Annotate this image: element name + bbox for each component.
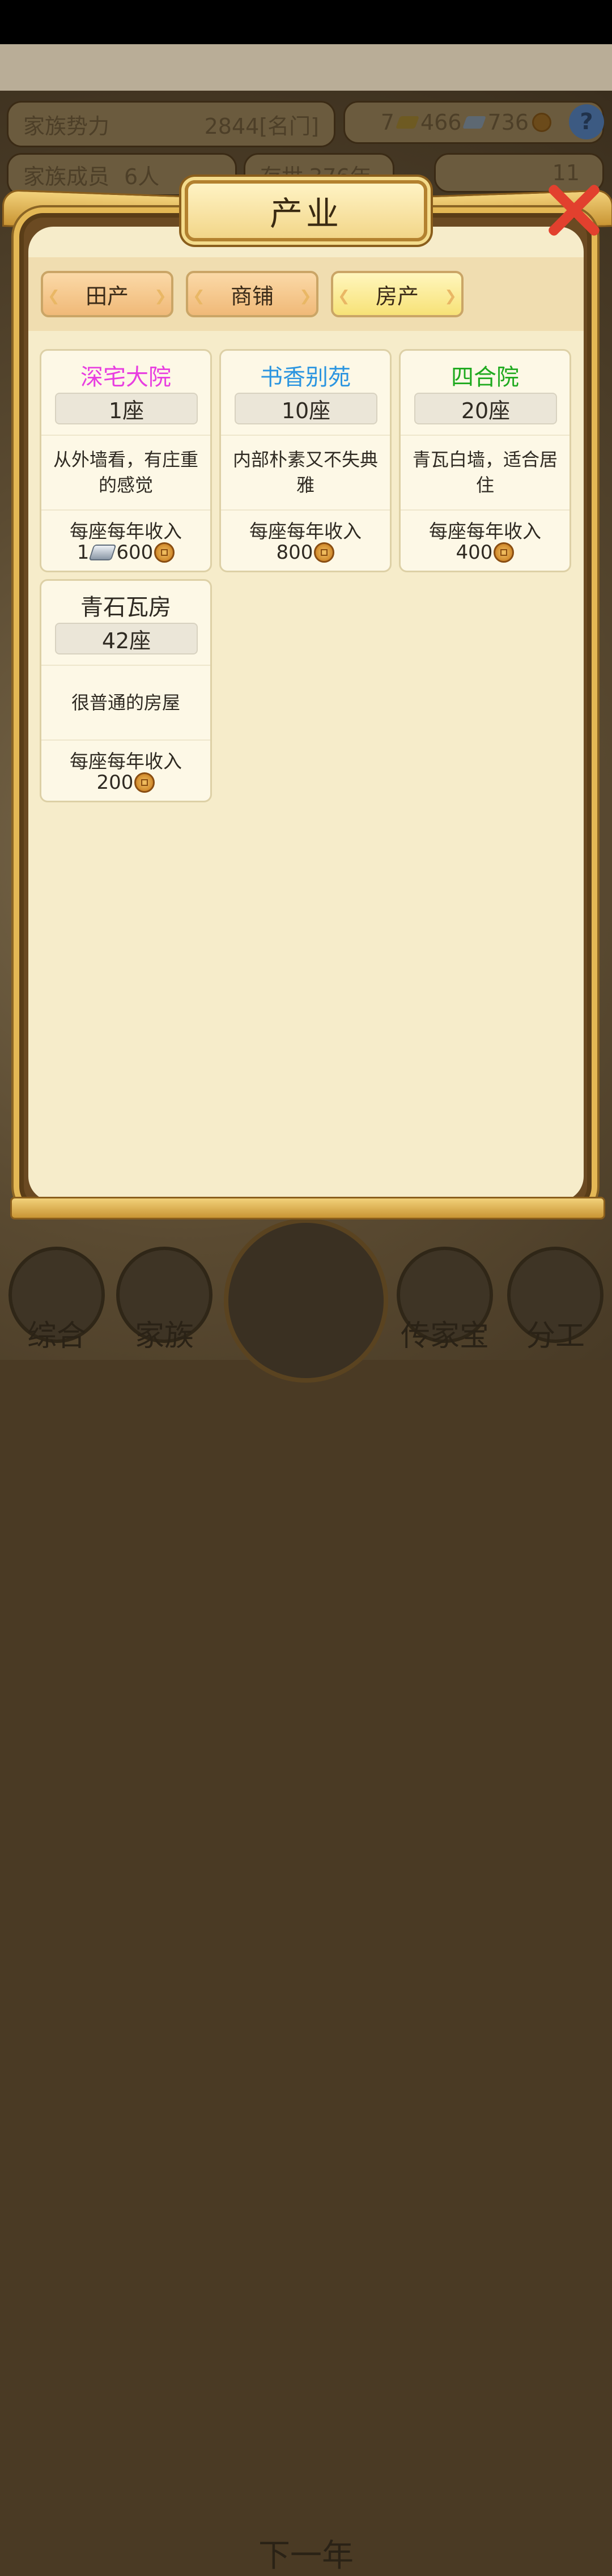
income-coins: 400 — [456, 541, 493, 564]
coin-count: 736 — [487, 110, 529, 135]
copper-coin-icon — [494, 542, 515, 563]
family-power-value: 2844[名门] — [190, 109, 334, 140]
income-silver: 1 — [76, 541, 90, 564]
help-icon[interactable]: ? — [569, 104, 604, 139]
gold-count: 7 — [380, 110, 394, 135]
copper-coin-icon — [532, 113, 551, 132]
dialog-bottom-trim — [10, 1197, 605, 1219]
property-count: 10座 — [235, 393, 377, 424]
property-count: 20座 — [414, 393, 557, 424]
chevron-right-icon: ❯ — [444, 288, 457, 305]
nav-next-year[interactable] — [224, 1218, 388, 1383]
income-value: 200 — [41, 771, 210, 794]
tab-farmland[interactable]: ❮ 田产 ❯ — [41, 271, 173, 317]
nav-heirloom-label: 传家宝 — [400, 1319, 489, 1353]
property-description: 从外墙看，有庄重的感觉 — [41, 435, 210, 511]
nav-general[interactable]: 综合 — [6, 1247, 108, 1360]
tab-label: 房产 — [375, 283, 419, 309]
copper-coin-icon — [314, 542, 335, 563]
property-count: 1座 — [55, 393, 198, 424]
nav-heirloom[interactable]: 传家宝 — [394, 1247, 496, 1360]
income-coins: 800 — [276, 541, 313, 564]
property-name: 四合院 — [451, 364, 519, 390]
nav-next-year-label: 下一年 — [258, 2537, 354, 2574]
property-description: 内部朴素又不失典雅 — [221, 435, 390, 511]
members-value: 6人 — [124, 164, 160, 189]
property-name: 青石瓦房 — [80, 594, 171, 620]
nav-family-label: 家族 — [134, 1319, 194, 1353]
close-icon[interactable] — [542, 177, 604, 239]
family-power-panel: 家族势力 2844[名门] — [7, 101, 335, 147]
nav-division[interactable]: 分工 — [504, 1247, 606, 1360]
tab-label: 商铺 — [230, 283, 274, 309]
income-coins: 200 — [96, 771, 134, 794]
property-name: 书香别苑 — [260, 364, 351, 390]
bottom-navigation: 综合 家族 下一年 传家宝 分工 — [0, 1213, 612, 2574]
income-label: 每座每年收入 — [70, 750, 182, 772]
silver-ingot-icon — [88, 545, 117, 560]
tab-real-estate[interactable]: ❮ 房产 ❯ — [331, 271, 464, 317]
nav-family[interactable]: 家族 — [113, 1247, 215, 1360]
nav-general-label: 综合 — [27, 1319, 86, 1353]
gold-ingot-icon — [395, 116, 419, 129]
chevron-right-icon: ❯ — [154, 288, 167, 305]
property-card[interactable]: 书香别苑 10座 内部朴素又不失典雅 每座每年收入 800 — [219, 349, 392, 572]
property-card[interactable]: 四合院 20座 青瓦白墙，适合居住 每座每年收入 400 — [399, 349, 571, 572]
family-power-label: 家族势力 — [23, 113, 110, 139]
silver-count: 466 — [420, 110, 462, 135]
silver-ingot-icon — [462, 116, 487, 129]
property-name: 深宅大院 — [80, 364, 171, 390]
income-label: 每座每年收入 — [429, 520, 541, 542]
dialog-title-plate: 产业 — [185, 180, 427, 241]
family-power-number: 2844 — [204, 113, 260, 139]
chevron-left-icon: ❮ — [193, 288, 205, 305]
currency-panel: 7 466 736 — [343, 101, 604, 144]
property-card[interactable]: 深宅大院 1座 从外墙看，有庄重的感觉 每座每年收入 1 600 — [40, 349, 212, 572]
chevron-left-icon: ❮ — [48, 288, 60, 305]
tab-shops[interactable]: ❮ 商铺 ❯ — [186, 271, 318, 317]
income-label: 每座每年收入 — [249, 520, 362, 542]
property-card[interactable]: 青石瓦房 42座 很普通的房屋 每座每年收入 200 — [40, 579, 212, 802]
income-value: 1 600 — [41, 541, 210, 564]
property-description: 青瓦白墙，适合居住 — [401, 435, 570, 511]
copper-coin-icon — [154, 542, 175, 563]
chevron-left-icon: ❮ — [338, 288, 350, 305]
property-description: 很普通的房屋 — [41, 665, 210, 741]
chevron-right-icon: ❯ — [299, 288, 312, 305]
dialog-title: 产业 — [269, 194, 342, 233]
top-banner — [0, 44, 612, 91]
family-power-rank: [名门] — [259, 113, 319, 139]
income-coins: 600 — [116, 541, 154, 564]
property-count: 42座 — [55, 623, 198, 654]
nav-division-label: 分工 — [525, 1319, 585, 1353]
income-value: 800 — [221, 541, 390, 564]
copper-coin-icon — [134, 772, 155, 793]
income-label: 每座每年收入 — [70, 520, 182, 542]
status-bar — [0, 0, 612, 44]
income-value: 400 — [401, 541, 570, 564]
tab-label: 田产 — [85, 283, 129, 309]
members-label: 家族成员 — [23, 164, 110, 189]
